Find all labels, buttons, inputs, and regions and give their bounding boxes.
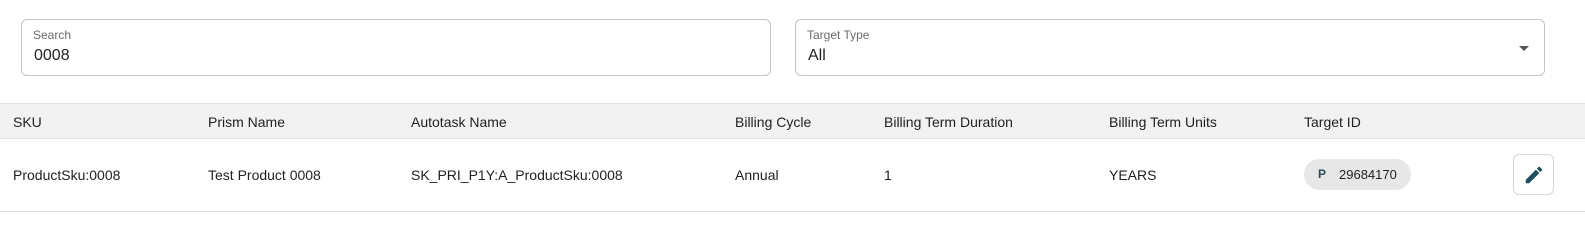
- column-header-billing-term-duration[interactable]: Billing Term Duration: [884, 114, 1013, 130]
- search-label: Search: [33, 28, 72, 42]
- target-type-select[interactable]: Target Type All: [795, 19, 1545, 76]
- search-field[interactable]: Search 0008: [21, 19, 771, 76]
- search-input[interactable]: 0008: [34, 47, 70, 65]
- column-header-billing-cycle[interactable]: Billing Cycle: [735, 114, 811, 130]
- table-row: ProductSku:0008 Test Product 0008 SK_PRI…: [0, 139, 1585, 212]
- target-id-chip: P 29684170: [1304, 159, 1411, 190]
- cell-sku: ProductSku:0008: [13, 167, 121, 183]
- chevron-down-icon[interactable]: [1519, 46, 1529, 51]
- column-header-target-id[interactable]: Target ID: [1304, 114, 1361, 130]
- column-header-autotask-name[interactable]: Autotask Name: [411, 114, 507, 130]
- cell-billing-cycle: Annual: [735, 167, 779, 183]
- edit-button[interactable]: [1513, 154, 1554, 195]
- column-header-prism-name[interactable]: Prism Name: [208, 114, 285, 130]
- target-type-label: Target Type: [807, 28, 870, 42]
- cell-billing-term-units: YEARS: [1109, 167, 1157, 183]
- target-id-prefix: P: [1318, 167, 1327, 181]
- column-header-sku[interactable]: SKU: [13, 114, 42, 130]
- table-header: SKU Prism Name Autotask Name Billing Cyc…: [0, 103, 1585, 139]
- cell-autotask-name: SK_PRI_P1Y:A_ProductSku:0008: [411, 167, 623, 183]
- target-id-value: 29684170: [1339, 167, 1397, 182]
- target-type-value[interactable]: All: [808, 47, 826, 65]
- pencil-icon: [1525, 166, 1542, 183]
- cell-billing-term-duration: 1: [884, 167, 892, 183]
- column-header-billing-term-units[interactable]: Billing Term Units: [1109, 114, 1217, 130]
- cell-prism-name: Test Product 0008: [208, 167, 321, 183]
